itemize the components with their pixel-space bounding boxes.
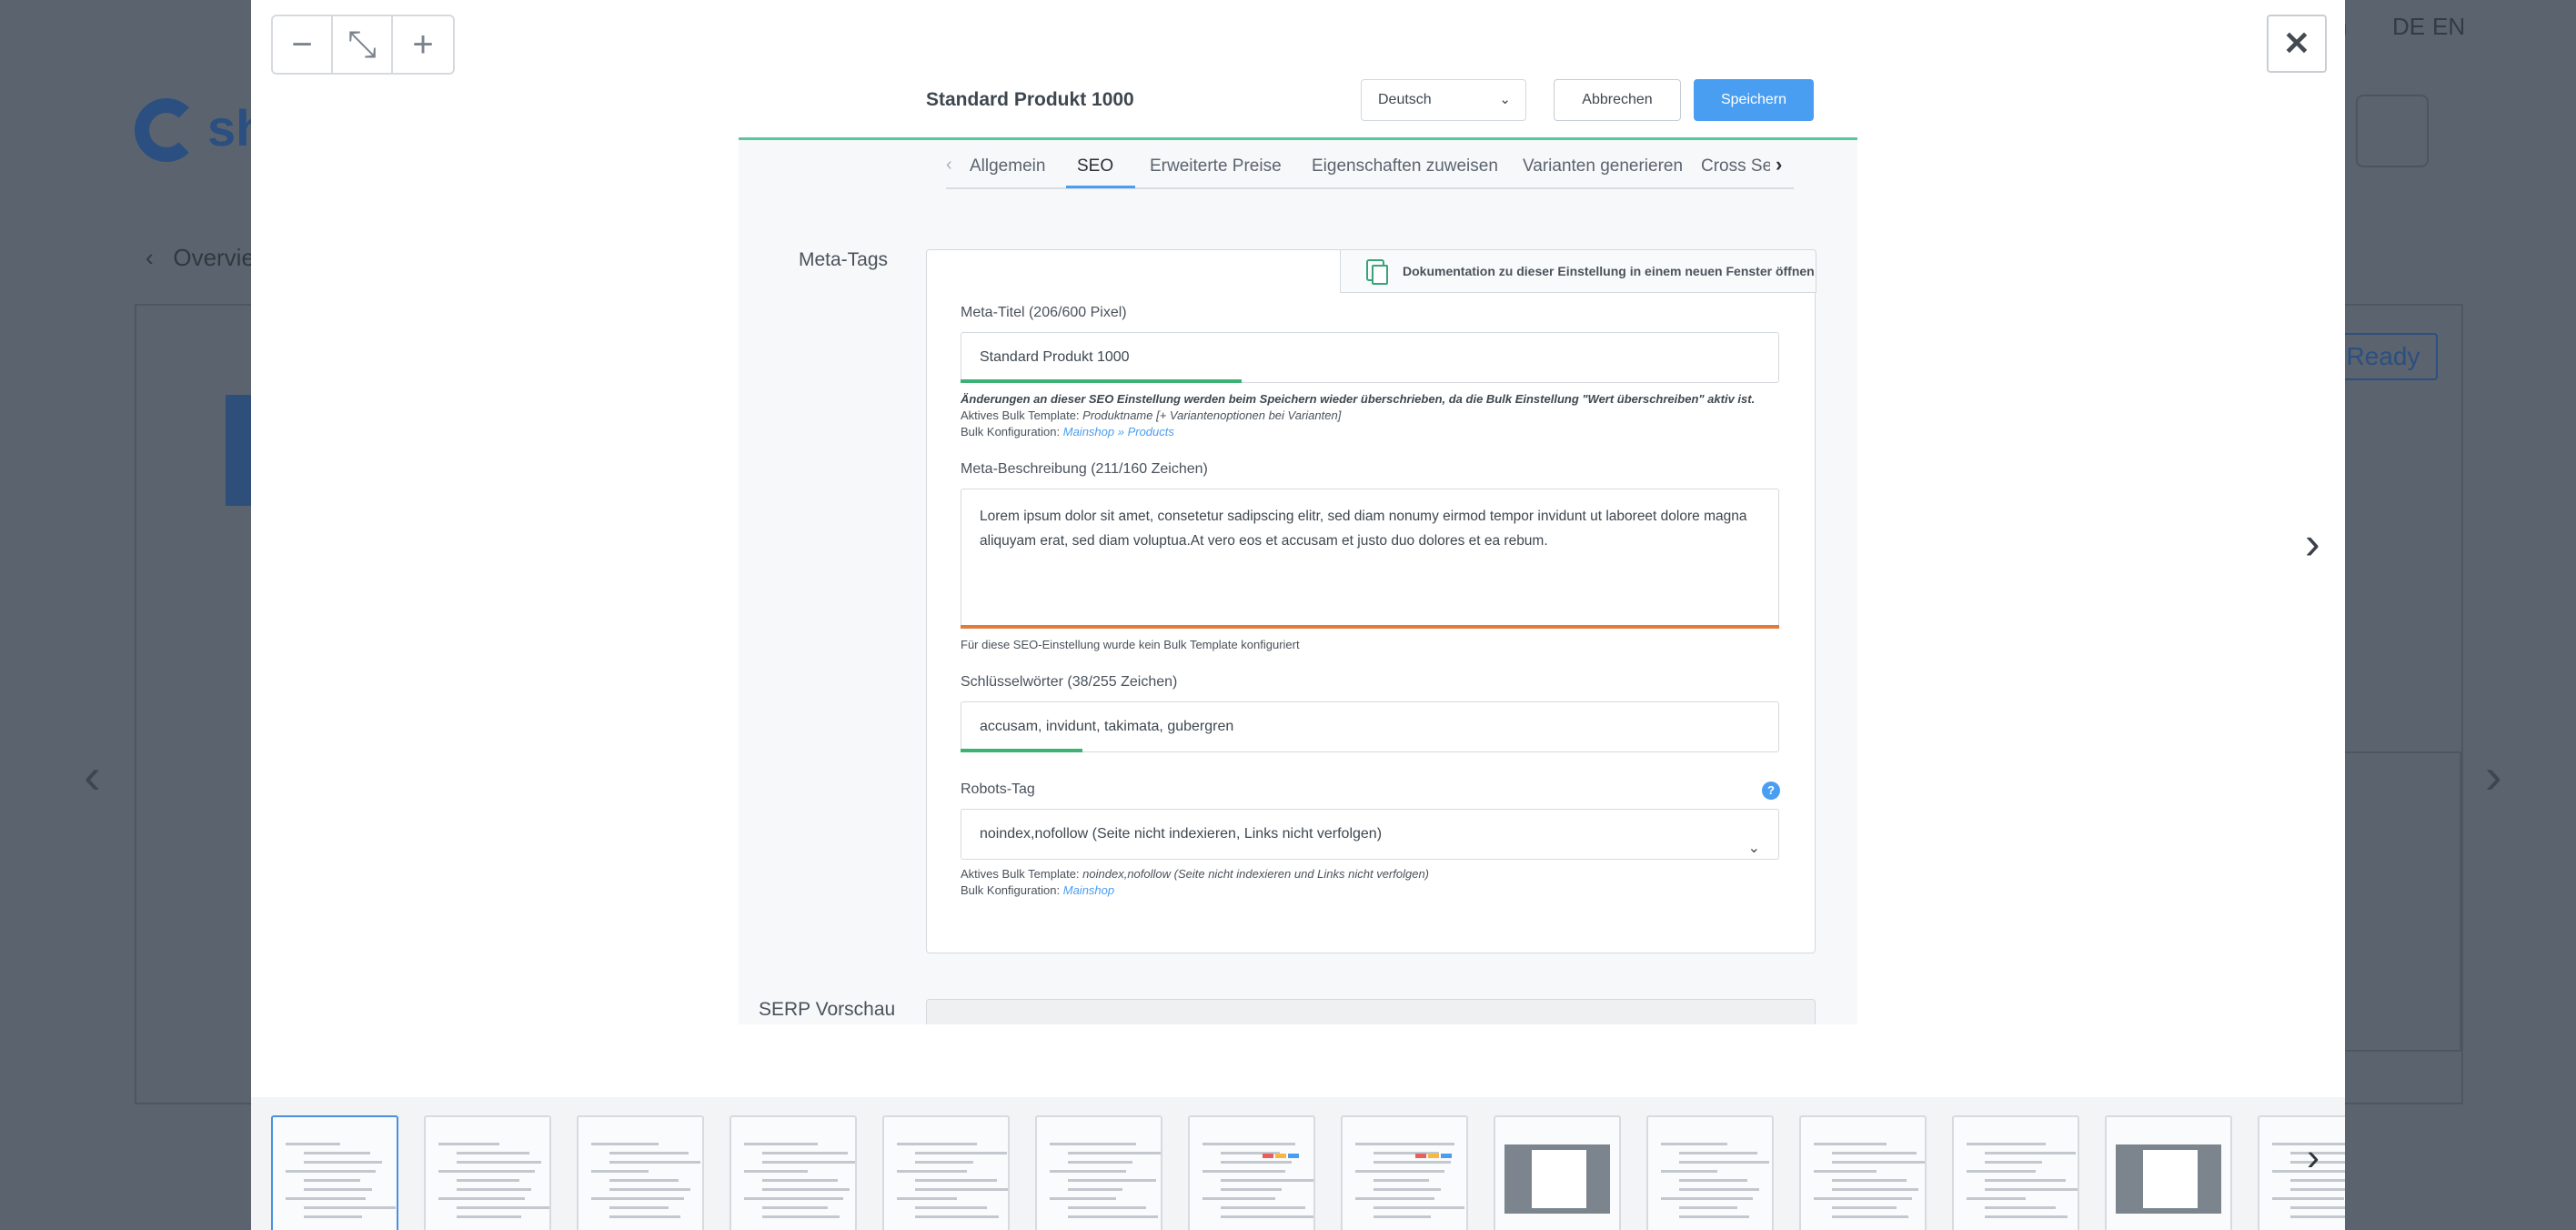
- documentation-button[interactable]: Dokumentation zu dieser Einstellung in e…: [1340, 249, 1816, 293]
- tab-erweiterte-preise[interactable]: Erweiterte Preise: [1150, 156, 1282, 176]
- product-title: Standard Produkt 1000: [926, 89, 1134, 110]
- shop-logo-icon: [135, 98, 198, 162]
- thumbnail[interactable]: [2258, 1115, 2345, 1230]
- thumbnail[interactable]: [577, 1115, 704, 1230]
- serp-preview-box: [926, 999, 1816, 1024]
- meta-description-label: Meta-Beschreibung (211/160 Zeichen): [961, 461, 1208, 477]
- copy-document-icon: [1366, 259, 1388, 285]
- tab-scroll-right-icon[interactable]: ›: [1776, 153, 1782, 176]
- robots-config: Bulk Konfiguration: Mainshop: [961, 883, 1115, 897]
- documentation-link-text: Dokumentation zu dieser Einstellung in e…: [1403, 264, 1815, 278]
- robots-config-link[interactable]: Mainshop: [1063, 883, 1114, 897]
- bg-lang-de: DE: [2392, 13, 2426, 40]
- tab-seo[interactable]: SEO: [1077, 156, 1113, 176]
- thumbnail[interactable]: [1646, 1115, 1774, 1230]
- meta-title-warning: Änderungen an dieser SEO Einstellung wer…: [961, 392, 1756, 406]
- tab-bar: ‹ Allgemein SEO Erweiterte Preise Eigens…: [946, 144, 1794, 189]
- meta-tags-card: Dokumentation zu dieser Einstellung in e…: [926, 249, 1816, 953]
- keywords-input[interactable]: accusam, invidunt, takimata, gubergren: [961, 701, 1779, 752]
- robots-template: Aktives Bulk Template: noindex,nofollow …: [961, 867, 1430, 881]
- tab-varianten-generieren[interactable]: Varianten generieren: [1523, 156, 1683, 176]
- robots-select[interactable]: noindex,nofollow (Seite nicht indexieren…: [961, 809, 1779, 860]
- thumbnail[interactable]: [882, 1115, 1010, 1230]
- meta-title-config-link[interactable]: Mainshop » Products: [1063, 425, 1174, 439]
- next-image-button[interactable]: ›: [2305, 517, 2320, 570]
- reset-zoom-button[interactable]: ⤡: [333, 16, 393, 73]
- thumbnail[interactable]: [1799, 1115, 1927, 1230]
- zoom-out-button[interactable]: −: [273, 16, 333, 73]
- robots-select-value: noindex,nofollow (Seite nicht indexieren…: [980, 826, 1383, 842]
- meta-description-note: Für diese SEO-Einstellung wurde kein Bul…: [961, 638, 1300, 651]
- chevron-down-icon: ⌄: [1747, 841, 1760, 856]
- screenshot-image: Standard Produkt 1000 Deutsch ⌄ Abbreche…: [739, 67, 1857, 1024]
- meta-title-input[interactable]: Standard Produkt 1000: [961, 332, 1779, 383]
- active-tab-indicator: [1066, 186, 1135, 188]
- image-lightbox: − ⤡ + ✕ › Standard Produkt 1000 Deutsch …: [251, 0, 2345, 1230]
- meta-title-config: Bulk Konfiguration: Mainshop » Products: [961, 425, 1174, 439]
- meta-description-progress: [961, 625, 1779, 629]
- bg-overview-link: ‹ Overvie: [146, 244, 255, 271]
- chevron-down-icon: ⌄: [1499, 92, 1511, 107]
- save-button[interactable]: Speichern: [1694, 79, 1814, 121]
- bg-chevron-right-icon: ›: [2485, 747, 2502, 804]
- language-select-value: Deutsch: [1378, 92, 1432, 107]
- bg-cart-icon: [2356, 95, 2429, 167]
- keywords-label: Schlüsselwörter (38/255 Zeichen): [961, 674, 1178, 690]
- thumbnail[interactable]: [1494, 1115, 1621, 1230]
- close-button[interactable]: ✕: [2267, 15, 2327, 73]
- robots-label: Robots-Tag: [961, 781, 1035, 797]
- bg-side-panel: [2343, 751, 2461, 1052]
- thumbnail[interactable]: [1341, 1115, 1468, 1230]
- thumbnail[interactable]: [424, 1115, 551, 1230]
- tab-eigenschaften-zuweisen[interactable]: Eigenschaften zuweisen: [1312, 156, 1498, 176]
- thumbnail[interactable]: [1952, 1115, 2079, 1230]
- tab-cross-selling[interactable]: Cross Sel: [1701, 156, 1770, 176]
- thumbnails-next-button[interactable]: ›: [2307, 1135, 2319, 1179]
- keywords-progress: [961, 749, 1082, 752]
- section-serp-preview: SERP Vorschau: [759, 999, 896, 1020]
- bg-ready-button: Ready: [2329, 333, 2438, 380]
- cancel-button[interactable]: Abbrechen: [1554, 79, 1681, 121]
- meta-title-label: Meta-Titel (206/600 Pixel): [961, 305, 1127, 320]
- thumbnail[interactable]: [1188, 1115, 1315, 1230]
- thumbnail[interactable]: [730, 1115, 857, 1230]
- meta-title-progress: [961, 379, 1242, 383]
- tab-allgemein[interactable]: Allgemein: [970, 156, 1045, 176]
- bg-lang-en: EN: [2432, 13, 2466, 40]
- tab-scroll-left-icon[interactable]: ‹: [946, 155, 952, 176]
- help-icon[interactable]: ?: [1762, 781, 1780, 800]
- meta-title-template: Aktives Bulk Template: Produktname [+ Va…: [961, 408, 1342, 422]
- bg-image: [226, 395, 253, 506]
- thumbnail[interactable]: [2105, 1115, 2232, 1230]
- product-header: Standard Produkt 1000 Deutsch ⌄ Abbreche…: [739, 67, 1857, 140]
- zoom-in-button[interactable]: +: [393, 16, 453, 73]
- section-meta-tags: Meta-Tags: [799, 249, 889, 270]
- bg-chevron-left-icon: ‹: [84, 747, 101, 804]
- meta-description-textarea[interactable]: Lorem ipsum dolor sit amet, consetetur s…: [961, 489, 1779, 629]
- zoom-controls: − ⤡ +: [271, 15, 455, 75]
- language-select[interactable]: Deutsch ⌄: [1361, 79, 1526, 121]
- thumbnail[interactable]: [1035, 1115, 1162, 1230]
- thumbnail[interactable]: [271, 1115, 398, 1230]
- thumbnail-strip: ›: [251, 1097, 2345, 1230]
